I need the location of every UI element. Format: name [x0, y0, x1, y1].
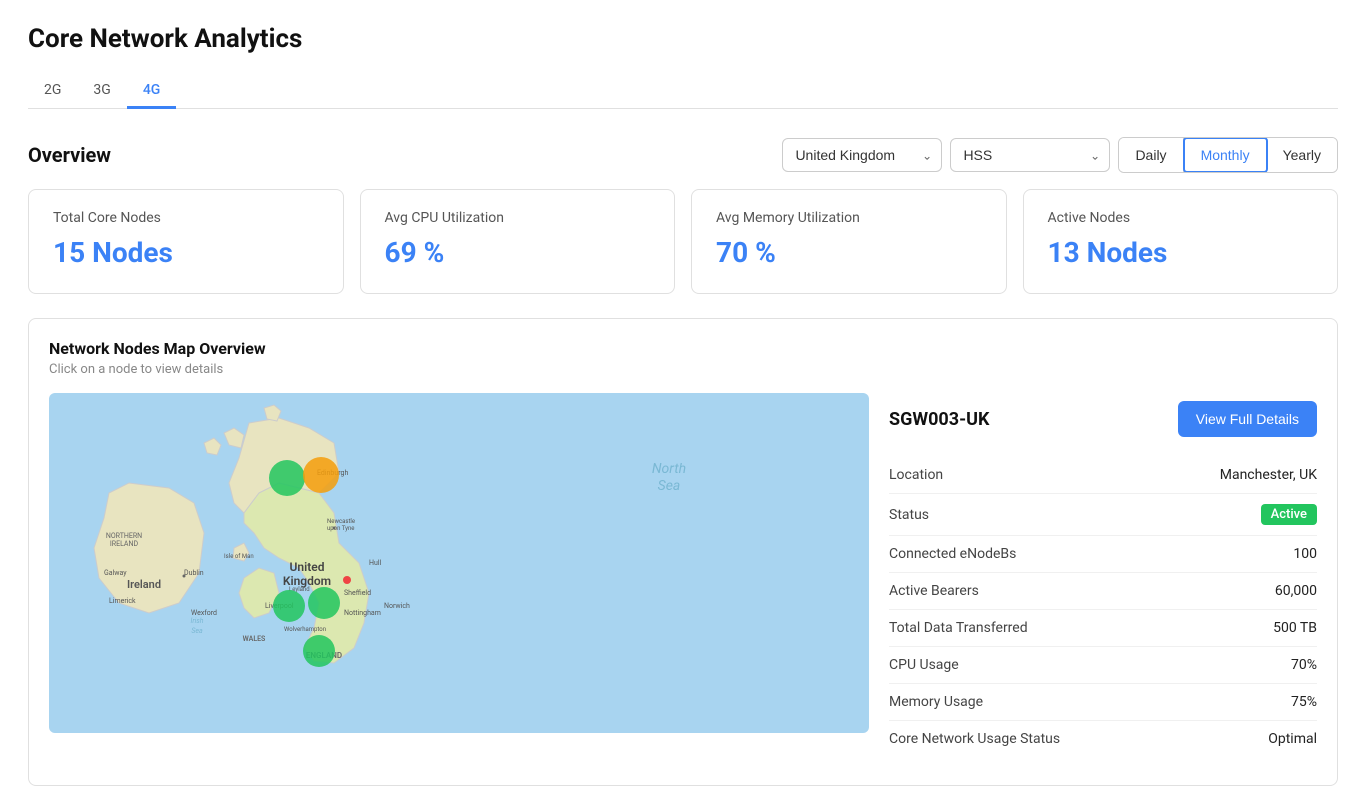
svg-text:Ireland: Ireland	[127, 578, 161, 591]
svg-text:Limerick: Limerick	[109, 597, 136, 605]
detail-val-memory: 75%	[1291, 694, 1317, 710]
map-node-red[interactable]	[343, 576, 351, 584]
detail-row-status: Status Active	[889, 494, 1317, 536]
svg-text:Sheffield: Sheffield	[344, 589, 371, 597]
country-select[interactable]: United Kingdom Germany France USA	[782, 138, 942, 172]
view-full-details-button[interactable]: View Full Details	[1178, 401, 1317, 437]
svg-text:Norwich: Norwich	[384, 602, 410, 610]
service-select-wrapper: HSS MME SGW PGW	[950, 138, 1110, 172]
map-node-green-1[interactable]	[269, 460, 305, 496]
metric-memory: Avg Memory Utilization 70 %	[691, 189, 1007, 294]
detail-key-status: Status	[889, 507, 929, 523]
svg-text:Wexford: Wexford	[191, 609, 217, 617]
details-header: SGW003-UK View Full Details	[889, 401, 1317, 437]
metric-cpu-value: 69 %	[385, 236, 651, 269]
metric-active-nodes-label: Active Nodes	[1048, 210, 1314, 226]
details-panel: SGW003-UK View Full Details Location Man…	[889, 393, 1317, 765]
map-node-green-3[interactable]	[308, 587, 340, 619]
metric-total-nodes: Total Core Nodes 15 Nodes	[28, 189, 344, 294]
svg-text:Irish: Irish	[190, 617, 203, 625]
detail-val-cpu: 70%	[1291, 657, 1317, 673]
svg-text:IRELAND: IRELAND	[110, 540, 139, 548]
detail-row-cpu: CPU Usage 70%	[889, 647, 1317, 684]
detail-row-enodebs: Connected eNodeBs 100	[889, 536, 1317, 573]
page-title: Core Network Analytics	[28, 24, 1338, 54]
svg-text:Sea: Sea	[191, 627, 203, 635]
svg-text:Galway: Galway	[104, 569, 127, 577]
node-id: SGW003-UK	[889, 409, 990, 430]
map-node-green-4[interactable]	[303, 635, 335, 667]
map-svg: NORTHERN IRELAND Ireland Dublin Galway L…	[49, 393, 869, 733]
metric-active-nodes: Active Nodes 13 Nodes	[1023, 189, 1339, 294]
svg-text:Sea: Sea	[658, 478, 681, 494]
detail-key-cpu: CPU Usage	[889, 657, 959, 673]
country-select-wrapper: United Kingdom Germany France USA	[782, 138, 942, 172]
detail-rows: Location Manchester, UK Status Active Co…	[889, 457, 1317, 757]
detail-row-data-transferred: Total Data Transferred 500 TB	[889, 610, 1317, 647]
metric-active-nodes-value: 13 Nodes	[1048, 236, 1314, 269]
svg-text:United: United	[290, 560, 325, 574]
metric-cpu: Avg CPU Utilization 69 %	[360, 189, 676, 294]
overview-title: Overview	[28, 143, 111, 167]
svg-text:Hull: Hull	[369, 559, 382, 567]
metric-memory-label: Avg Memory Utilization	[716, 210, 982, 226]
map-content: NORTHERN IRELAND Ireland Dublin Galway L…	[49, 393, 1317, 765]
detail-val-enodebs: 100	[1293, 546, 1317, 562]
detail-row-location: Location Manchester, UK	[889, 457, 1317, 494]
svg-text:North: North	[652, 461, 686, 477]
svg-text:Newcastle: Newcastle	[327, 518, 355, 525]
detail-val-location: Manchester, UK	[1220, 467, 1317, 483]
overview-controls: United Kingdom Germany France USA HSS MM…	[782, 137, 1338, 173]
map-node-orange[interactable]	[303, 457, 339, 493]
metric-total-nodes-label: Total Core Nodes	[53, 210, 319, 226]
map-section: Network Nodes Map Overview Click on a no…	[28, 318, 1338, 786]
metrics-grid: Total Core Nodes 15 Nodes Avg CPU Utiliz…	[28, 189, 1338, 294]
svg-text:WALES: WALES	[243, 635, 266, 643]
detail-row-bearers: Active Bearers 60,000	[889, 573, 1317, 610]
service-select[interactable]: HSS MME SGW PGW	[950, 138, 1110, 172]
map-node-green-2[interactable]	[273, 590, 305, 622]
map-container[interactable]: NORTHERN IRELAND Ireland Dublin Galway L…	[49, 393, 869, 733]
svg-text:upon Tyne: upon Tyne	[327, 525, 355, 532]
time-button-group: Daily Monthly Yearly	[1118, 137, 1338, 173]
overview-header: Overview United Kingdom Germany France U…	[28, 137, 1338, 173]
network-tabs: 2G 3G 4G	[28, 74, 1338, 109]
svg-text:Wolverhampton: Wolverhampton	[284, 626, 326, 633]
svg-text:Nottingham: Nottingham	[344, 609, 381, 617]
metric-cpu-label: Avg CPU Utilization	[385, 210, 651, 226]
svg-text:NORTHERN: NORTHERN	[106, 532, 142, 540]
detail-key-memory: Memory Usage	[889, 694, 983, 710]
tab-2g[interactable]: 2G	[28, 74, 77, 109]
tab-3g[interactable]: 3G	[77, 74, 126, 109]
svg-text:Isle of Man: Isle of Man	[224, 553, 254, 560]
daily-button[interactable]: Daily	[1119, 138, 1183, 172]
svg-text:Dublin: Dublin	[184, 569, 204, 577]
status-badge: Active	[1261, 504, 1317, 525]
monthly-button[interactable]: Monthly	[1183, 137, 1268, 173]
detail-val-bearers: 60,000	[1275, 583, 1317, 599]
metric-memory-value: 70 %	[716, 236, 982, 269]
detail-row-memory: Memory Usage 75%	[889, 684, 1317, 721]
detail-key-usage-status: Core Network Usage Status	[889, 731, 1060, 747]
detail-key-data-transferred: Total Data Transferred	[889, 620, 1028, 636]
detail-row-usage-status: Core Network Usage Status Optimal	[889, 721, 1317, 757]
detail-key-location: Location	[889, 467, 943, 483]
metric-total-nodes-value: 15 Nodes	[53, 236, 319, 269]
detail-key-enodebs: Connected eNodeBs	[889, 546, 1016, 562]
page-container: Core Network Analytics 2G 3G 4G Overview…	[0, 0, 1366, 810]
detail-val-usage-status: Optimal	[1268, 731, 1317, 747]
yearly-button[interactable]: Yearly	[1267, 138, 1337, 172]
detail-val-data-transferred: 500 TB	[1273, 620, 1317, 636]
map-section-title: Network Nodes Map Overview	[49, 339, 1317, 358]
tab-4g[interactable]: 4G	[127, 74, 177, 109]
detail-key-bearers: Active Bearers	[889, 583, 979, 599]
map-section-subtitle: Click on a node to view details	[49, 362, 1317, 377]
